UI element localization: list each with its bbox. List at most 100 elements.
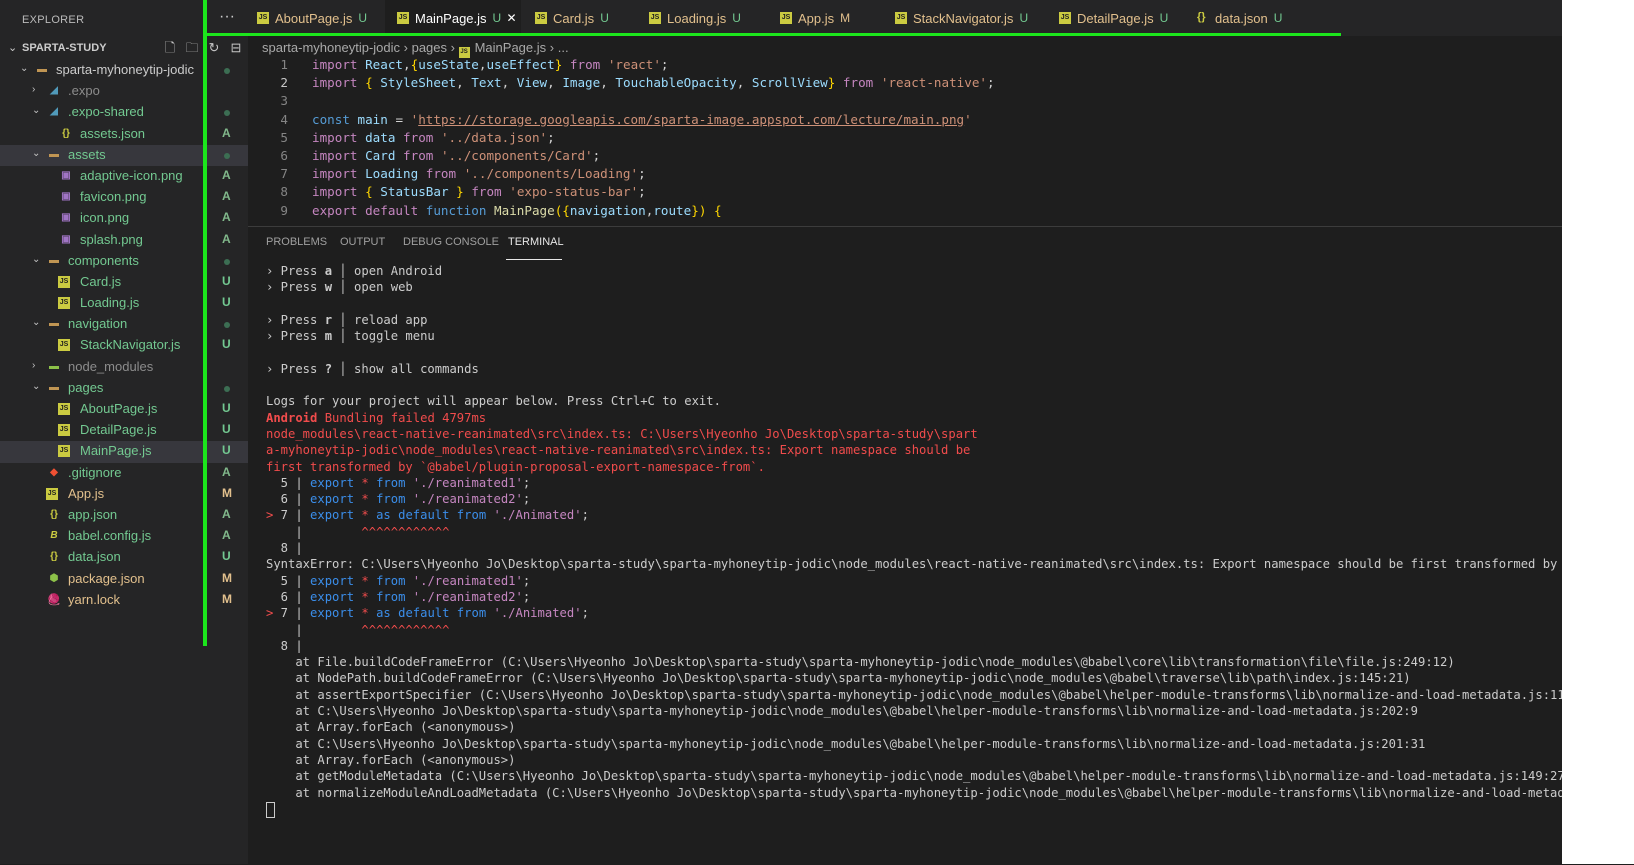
window-edge <box>1562 0 1634 864</box>
tab-app-js[interactable]: JS App.js M <box>768 0 892 36</box>
tree-item[interactable]: JS StackNavigator.js U <box>0 335 248 356</box>
tree-item[interactable]: › ◢ .expo <box>0 81 248 102</box>
more-actions-icon[interactable]: ··· <box>219 8 235 26</box>
folder-icon: ▬ <box>37 64 47 75</box>
close-icon[interactable]: ✕ <box>507 11 517 25</box>
tree-item[interactable]: {} data.json U <box>0 547 248 568</box>
js-file-icon: JS <box>895 12 907 24</box>
workspace-section-header[interactable]: ⌄ SPARTA-STUDY 🗋 🗀 ↻ ⊟ <box>0 38 248 60</box>
new-file-icon[interactable]: 🗋 <box>162 40 178 56</box>
tab-card-js[interactable]: JS Card.js U <box>523 0 647 36</box>
breadcrumb-symbol[interactable]: ... <box>558 40 569 55</box>
tree-item-label: babel.config.js <box>68 528 152 544</box>
code-line[interactable]: 4 const main = 'https://storage.googleapi… <box>248 112 1562 130</box>
collapse-icon[interactable]: ⊟ <box>228 40 244 56</box>
tree-item[interactable]: ⌄ ▬ pages <box>0 378 248 399</box>
tree-item[interactable]: ▣ adaptive-icon.png A <box>0 166 248 187</box>
terminal-line: 8 | <box>266 541 303 556</box>
tree-item[interactable]: Bbabel.config.js A <box>0 526 248 547</box>
tree-item[interactable]: JS MainPage.js U <box>0 441 248 463</box>
image-file-icon: ▣ <box>61 169 71 181</box>
tree-item-label: pages <box>68 379 104 395</box>
new-folder-icon[interactable]: 🗀 <box>184 40 200 56</box>
tree-item-label: assets <box>68 146 106 162</box>
tab-detailpage-js[interactable]: JS DetailPage.js U <box>1047 0 1171 36</box>
json-file-icon: {} <box>50 551 58 563</box>
panel-tab-output[interactable]: OUTPUT <box>340 236 385 248</box>
tree-item-label: StackNavigator.js <box>80 337 181 353</box>
terminal-line: at NodePath.buildCodeFrameError (C:\User… <box>266 671 1411 686</box>
tree-item[interactable]: ⌄ ▬ navigation <box>0 314 248 335</box>
tree-item[interactable]: {} assets.json A <box>0 124 248 145</box>
line-number: 1 <box>280 57 288 72</box>
tab-loading-js[interactable]: JS Loading.js U <box>637 0 761 36</box>
terminal-line: at C:\Users\Hyeonho Jo\Desktop\sparta-st… <box>266 704 1418 719</box>
tree-item[interactable]: JS App.js M <box>0 484 248 505</box>
tree-item[interactable]: ⌄ ▬ components <box>0 251 248 272</box>
chevron-right-icon: › <box>32 359 36 371</box>
tree-item[interactable]: JS DetailPage.js U <box>0 420 248 441</box>
code-line[interactable]: 5 import data from '../data.json'; <box>248 130 1562 148</box>
tree-item[interactable]: JS Loading.js U <box>0 293 248 314</box>
panel-tab-problems[interactable]: PROBLEMS <box>266 236 327 248</box>
tree-item[interactable]: ⌄ ▬ assets <box>0 144 248 166</box>
json-file-icon: {} <box>62 127 70 139</box>
terminal-line: › Press w │ open web <box>266 280 413 295</box>
git-status-badge: M <box>840 11 851 25</box>
code-line[interactable]: 9 export default function MainPage({navig… <box>248 203 1562 221</box>
code-line[interactable]: 8 import { StatusBar } from 'expo-status-… <box>248 184 1562 202</box>
terminal-output[interactable]: › Press a │ open Android › Press w │ open… <box>266 264 1562 818</box>
line-number: 7 <box>280 166 288 182</box>
terminal-line: > 7 | export * as default from './Animat… <box>266 508 589 523</box>
terminal-line: a-myhoneytip-jodic\node_modules\react-na… <box>266 443 971 458</box>
folder-icon: ◢ <box>50 85 58 97</box>
git-status-badge: M <box>222 485 232 500</box>
chevron-down-icon: ⌄ <box>32 105 41 117</box>
active-tab-underline <box>506 259 562 260</box>
tree-item[interactable]: JS AboutPage.js U <box>0 399 248 420</box>
code-line[interactable]: 2 import { StyleSheet, Text, View, Image,… <box>248 75 1562 93</box>
tree-item[interactable]: {} app.json A <box>0 505 248 526</box>
tree-item[interactable]: ⌄ ◢ .expo-shared <box>0 102 248 123</box>
tree-item[interactable]: ▣ favicon.png A <box>0 187 248 208</box>
tree-item[interactable]: ◆ .gitignore A <box>0 463 248 484</box>
code-line[interactable]: 6 import Card from '../components/Card'; <box>248 148 1562 166</box>
tab-mainpage-js[interactable]: JS MainPage.js U ✕ <box>385 0 521 36</box>
git-status-badge: U <box>222 273 231 288</box>
line-number: 6 <box>280 147 288 163</box>
git-status-badge: U <box>358 11 368 25</box>
tab-data-json[interactable]: {} data.json U <box>1185 0 1309 36</box>
chevron-down-icon: ⌄ <box>32 380 41 392</box>
code-line[interactable]: 3 <box>248 93 1562 111</box>
tree-item-label: node_modules <box>68 358 154 374</box>
code-line[interactable]: 7 import Loading from '../components/Load… <box>248 166 1562 184</box>
tree-item[interactable]: ▣ splash.png A <box>0 230 248 251</box>
panel-tab-terminal[interactable]: TERMINAL <box>508 236 564 248</box>
tree-item[interactable]: ⬢ package.json M <box>0 569 248 590</box>
git-status-badge: U <box>222 422 231 437</box>
tree-item[interactable]: ⌄ ▬ sparta-myhoneytip-jodic <box>0 60 248 81</box>
code-line[interactable]: 1 import React,{useState,useEffect} from … <box>248 57 1562 75</box>
refresh-icon[interactable]: ↻ <box>206 40 222 56</box>
babel-file-icon: B <box>50 530 58 542</box>
git-status-badge: M <box>222 570 232 585</box>
tab-stacknavigator-js[interactable]: JS StackNavigator.js U <box>883 0 1028 36</box>
tree-item[interactable]: 🧶 yarn.lock M <box>0 590 248 611</box>
tab-aboutpage-js[interactable]: JS AboutPage.js U <box>245 0 369 36</box>
breadcrumb-folder[interactable]: sparta-myhoneytip-jodic <box>262 40 400 55</box>
breadcrumb-pages[interactable]: pages <box>412 40 447 55</box>
code-text: import Loading from '../components/Loadi… <box>312 166 646 182</box>
js-file-icon: JS <box>58 275 70 288</box>
code-text: export default function MainPage({naviga… <box>312 202 722 218</box>
tree-item[interactable]: ▣ icon.png A <box>0 208 248 229</box>
tree-item[interactable]: › ▬ node_modules <box>0 357 248 378</box>
tree-item-label: package.json <box>68 570 145 586</box>
git-status-badge: M <box>222 591 232 606</box>
git-status-badge: U <box>1159 11 1169 25</box>
tree-item[interactable]: JS Card.js U <box>0 272 248 293</box>
panel-tab-debug-console[interactable]: DEBUG CONSOLE <box>403 236 499 248</box>
folder-icon: ▬ <box>49 318 59 330</box>
code-editor[interactable]: 1 import React,{useState,useEffect} from … <box>248 57 1562 225</box>
breadcrumb-file[interactable]: MainPage.js <box>475 40 547 55</box>
